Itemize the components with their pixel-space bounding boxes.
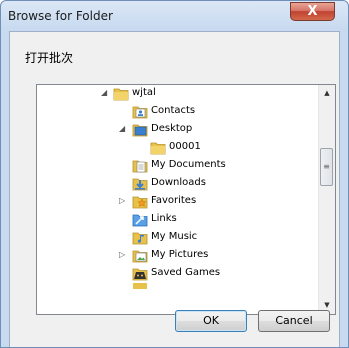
tree-item-label: wjtal bbox=[132, 87, 156, 98]
tree-item-label: Desktop bbox=[151, 123, 193, 134]
favorites-folder-icon bbox=[132, 196, 148, 209]
tree-item-contacts[interactable]: Contacts bbox=[37, 103, 317, 121]
scrollbar-thumb[interactable]: ≡ bbox=[320, 148, 333, 186]
tree-item-my-pictures[interactable]: ▷ My Pictures bbox=[37, 247, 317, 265]
tree-item-00001[interactable]: 00001 bbox=[37, 139, 317, 157]
tree-item-favorites[interactable]: ▷ Favorites bbox=[37, 193, 317, 211]
pictures-folder-icon bbox=[132, 250, 148, 263]
collapsed-arrow-icon[interactable]: ▷ bbox=[119, 251, 127, 259]
expanded-arrow-icon[interactable]: ◢ bbox=[101, 89, 109, 97]
folder-tree[interactable]: ◢ wjtal Contacts ◢ Desktop 00001 My Docu… bbox=[36, 84, 336, 315]
documents-folder-icon bbox=[132, 160, 148, 173]
music-folder-icon bbox=[132, 232, 148, 245]
tree-item-label: My Documents bbox=[151, 159, 226, 170]
tree-item-saved-games[interactable]: Saved Games bbox=[37, 265, 317, 283]
vertical-scrollbar[interactable]: ▲ ≡ ▼ bbox=[318, 85, 335, 314]
links-folder-icon bbox=[132, 214, 148, 227]
folder-icon bbox=[150, 142, 166, 155]
tree-item-links[interactable]: Links bbox=[37, 211, 317, 229]
tree-item-label: Favorites bbox=[151, 195, 197, 206]
close-button[interactable]: X bbox=[290, 2, 335, 21]
scroll-up-icon[interactable]: ▲ bbox=[319, 85, 335, 102]
window-title: Browse for Folder bbox=[8, 9, 113, 23]
tree-item-label: Downloads bbox=[151, 177, 206, 188]
tree-item-downloads[interactable]: Downloads bbox=[37, 175, 317, 193]
title-bar[interactable]: Browse for Folder X bbox=[1, 1, 348, 31]
tree-item-desktop[interactable]: ◢ Desktop bbox=[37, 121, 317, 139]
browse-for-folder-window: Browse for Folder X 打开批次 ◢ wjtal Contact… bbox=[0, 0, 349, 348]
downloads-folder-icon bbox=[132, 178, 148, 191]
tree-item-label: Links bbox=[151, 213, 177, 224]
tree-item-label: Saved Games bbox=[151, 267, 221, 278]
folder-icon bbox=[133, 283, 147, 289]
dialog-description: 打开批次 bbox=[25, 51, 74, 65]
tree-item-label: My Music bbox=[151, 231, 198, 242]
tree-item-my-music[interactable]: My Music bbox=[37, 229, 317, 247]
cancel-button[interactable]: Cancel bbox=[258, 310, 330, 332]
tree-item-partial bbox=[37, 283, 317, 301]
expanded-arrow-icon[interactable]: ◢ bbox=[119, 125, 127, 133]
saved-games-folder-icon bbox=[132, 268, 148, 281]
dialog-client-area: 打开批次 ◢ wjtal Contacts ◢ Desktop 00001 My… bbox=[9, 31, 340, 347]
user-folder-icon bbox=[113, 88, 129, 101]
desktop-folder-icon bbox=[132, 124, 148, 137]
tree-item-label: My Pictures bbox=[151, 249, 209, 260]
close-icon: X bbox=[307, 4, 318, 19]
contacts-folder-icon bbox=[132, 106, 148, 119]
tree-item-label: Contacts bbox=[151, 105, 196, 116]
grip-icon: ≡ bbox=[323, 162, 330, 171]
tree-item-my-documents[interactable]: My Documents bbox=[37, 157, 317, 175]
tree-item-wjtal[interactable]: ◢ wjtal bbox=[37, 85, 317, 103]
tree-item-label: 00001 bbox=[169, 141, 201, 152]
collapsed-arrow-icon[interactable]: ▷ bbox=[119, 197, 127, 205]
ok-button[interactable]: OK bbox=[175, 310, 247, 332]
